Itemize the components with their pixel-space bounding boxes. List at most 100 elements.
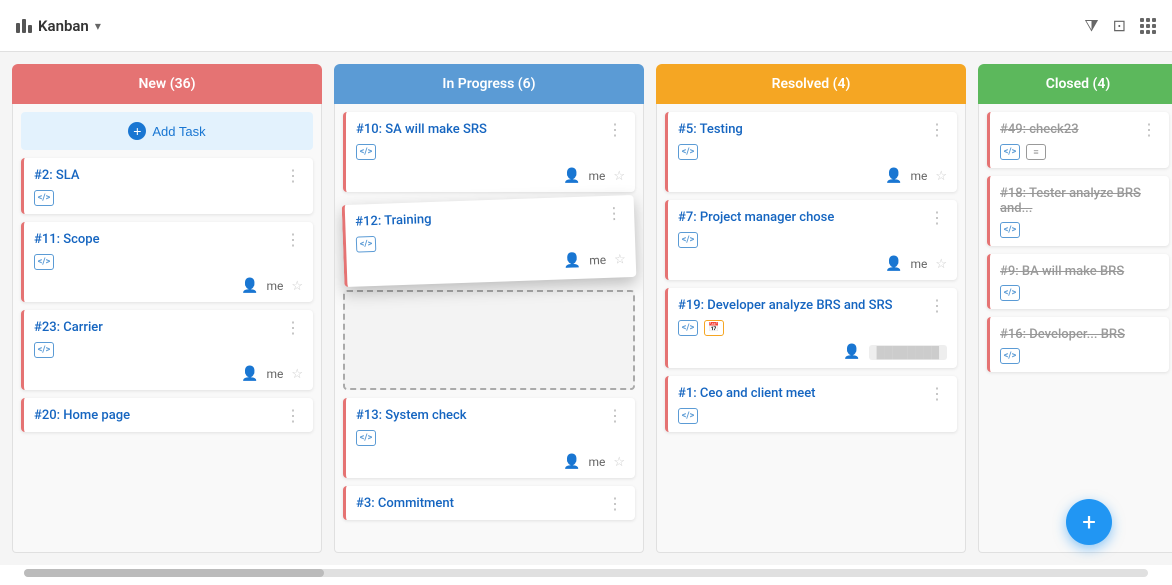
card-12-dragging[interactable]: #12: Training ⋮ </> 👤 me ☆	[342, 195, 637, 287]
column-body-closed: #49: check23 ⋮ </> ≡ #18: Tester analyze…	[978, 104, 1172, 553]
header-chevron[interactable]: ▾	[95, 19, 101, 33]
star-icon[interactable]: ☆	[935, 257, 947, 272]
kanban-icon	[16, 19, 32, 33]
column-new: New (36) + Add Task #2: SLA ⋮ </>	[12, 64, 322, 553]
card-19: #19: Developer analyze BRS and SRS ⋮ </>…	[665, 288, 957, 368]
card-1: #1: Ceo and client meet ⋮ </>	[665, 376, 957, 432]
card-5-footer: 👤 me ☆	[678, 168, 947, 184]
star-icon[interactable]: ☆	[614, 252, 626, 267]
card-3-header: #3: Commitment ⋮	[356, 496, 625, 512]
add-task-button[interactable]: + Add Task	[21, 112, 313, 150]
card-7-menu[interactable]: ⋮	[927, 210, 947, 226]
card-3-title[interactable]: #3: Commitment	[356, 496, 605, 511]
scrollbar-track[interactable]	[24, 569, 1148, 577]
tag-calendar-icon: 📅	[704, 320, 724, 336]
header: Kanban ▾ ⧩ ⊡	[0, 0, 1172, 52]
assignee-icon: 👤	[563, 253, 581, 270]
tag-code-icon: </>	[34, 342, 54, 358]
column-header-closed: Closed (4)	[978, 64, 1172, 104]
card-10-title[interactable]: #10: SA will make SRS	[356, 122, 605, 137]
card-23-menu[interactable]: ⋮	[283, 320, 303, 336]
card-23-footer: 👤 me ☆	[34, 366, 303, 382]
card-13: #13: System check ⋮ </> 👤 me ☆	[343, 398, 635, 478]
assignee-text: me	[266, 279, 283, 293]
card-1-tags: </>	[678, 408, 947, 424]
plus-circle-icon: +	[128, 122, 146, 140]
card-13-header: #13: System check ⋮	[356, 408, 625, 424]
card-13-menu[interactable]: ⋮	[605, 408, 625, 424]
card-11-title[interactable]: #11: Scope	[34, 232, 283, 247]
tag-code-icon: </>	[34, 190, 54, 206]
card-18-tags: </>	[1000, 222, 1159, 238]
card-7-title[interactable]: #7: Project manager chose	[678, 210, 927, 225]
assignee-icon: 👤	[563, 454, 580, 470]
card-3: #3: Commitment ⋮	[343, 486, 635, 520]
column-closed: Closed (4) #49: check23 ⋮ </> ≡ #	[978, 64, 1172, 553]
card-10-menu[interactable]: ⋮	[605, 122, 625, 138]
card-5-menu[interactable]: ⋮	[927, 122, 947, 138]
star-icon[interactable]: ☆	[613, 455, 625, 470]
add-task-label: Add Task	[152, 124, 205, 139]
card-2-menu[interactable]: ⋮	[283, 168, 303, 184]
card-49-header: #49: check23 ⋮	[1000, 122, 1159, 138]
card-9-header: #9: BA will make BRS	[1000, 264, 1159, 279]
card-19-menu[interactable]: ⋮	[927, 298, 947, 314]
header-right: ⧩ ⊡	[1084, 16, 1156, 36]
card-16-header: #16: Developer... BRS	[1000, 327, 1159, 342]
card-18: #18: Tester analyze BRS and... </>	[987, 176, 1169, 246]
card-2-tags: </>	[34, 190, 303, 206]
card-18-header: #18: Tester analyze BRS and...	[1000, 186, 1159, 216]
card-23-title[interactable]: #23: Carrier	[34, 320, 283, 335]
card-20-menu[interactable]: ⋮	[283, 408, 303, 424]
star-icon[interactable]: ☆	[291, 279, 303, 294]
star-icon[interactable]: ☆	[613, 169, 625, 184]
card-18-title[interactable]: #18: Tester analyze BRS and...	[1000, 186, 1159, 216]
card-49-title[interactable]: #49: check23	[1000, 122, 1139, 137]
grid-view-icon[interactable]	[1140, 18, 1156, 34]
tag-code-icon: </>	[356, 430, 376, 446]
card-49-menu[interactable]: ⋮	[1139, 122, 1159, 138]
card-1-header: #1: Ceo and client meet ⋮	[678, 386, 947, 402]
column-header-new: New (36)	[12, 64, 322, 104]
kanban-board: New (36) + Add Task #2: SLA ⋮ </>	[0, 52, 1172, 565]
card-7-tags: </>	[678, 232, 947, 248]
card-12-tags: </>	[356, 227, 625, 252]
scrollbar-thumb[interactable]	[24, 569, 324, 577]
card-12-title[interactable]: #12: Training	[355, 206, 604, 230]
filter-icon[interactable]: ⧩	[1084, 16, 1098, 36]
card-12-menu[interactable]: ⋮	[604, 205, 625, 222]
star-icon[interactable]: ☆	[935, 169, 947, 184]
fab-button[interactable]: +	[1066, 499, 1112, 545]
column-header-in-progress: In Progress (6)	[334, 64, 644, 104]
card-20-header: #20: Home page ⋮	[34, 408, 303, 424]
card-7: #7: Project manager chose ⋮ </> 👤 me ☆	[665, 200, 957, 280]
card-11-menu[interactable]: ⋮	[283, 232, 303, 248]
card-23-header: #23: Carrier ⋮	[34, 320, 303, 336]
card-3-menu[interactable]: ⋮	[605, 496, 625, 512]
card-1-menu[interactable]: ⋮	[927, 386, 947, 402]
card-9-title[interactable]: #9: BA will make BRS	[1000, 264, 1159, 279]
tag-code-icon: </>	[34, 254, 54, 270]
column-resolved: Resolved (4) #5: Testing ⋮ </> 👤 me ☆	[656, 64, 966, 553]
assignee-icon: 👤	[241, 278, 258, 294]
card-2-title[interactable]: #2: SLA	[34, 168, 283, 183]
share-icon[interactable]: ⊡	[1113, 16, 1126, 35]
card-16-title[interactable]: #16: Developer... BRS	[1000, 327, 1159, 342]
card-1-title[interactable]: #1: Ceo and client meet	[678, 386, 927, 401]
drop-zone	[343, 290, 635, 390]
card-7-header: #7: Project manager chose ⋮	[678, 210, 947, 226]
card-19-title[interactable]: #19: Developer analyze BRS and SRS	[678, 298, 927, 313]
app-container: Kanban ▾ ⧩ ⊡ New (36)	[0, 0, 1172, 585]
tag-code-icon: </>	[1000, 144, 1020, 160]
card-23: #23: Carrier ⋮ </> 👤 me ☆	[21, 310, 313, 390]
assignee-text: me	[588, 455, 605, 469]
assignee-text: me	[588, 169, 605, 183]
star-icon[interactable]: ☆	[291, 367, 303, 382]
card-5-title[interactable]: #5: Testing	[678, 122, 927, 137]
card-19-header: #19: Developer analyze BRS and SRS ⋮	[678, 298, 947, 314]
card-10-footer: 👤 me ☆	[356, 168, 625, 184]
card-20-title[interactable]: #20: Home page	[34, 408, 283, 423]
column-in-progress: In Progress (6) #10: SA will make SRS ⋮ …	[334, 64, 644, 553]
card-13-title[interactable]: #13: System check	[356, 408, 605, 423]
card-49: #49: check23 ⋮ </> ≡	[987, 112, 1169, 168]
